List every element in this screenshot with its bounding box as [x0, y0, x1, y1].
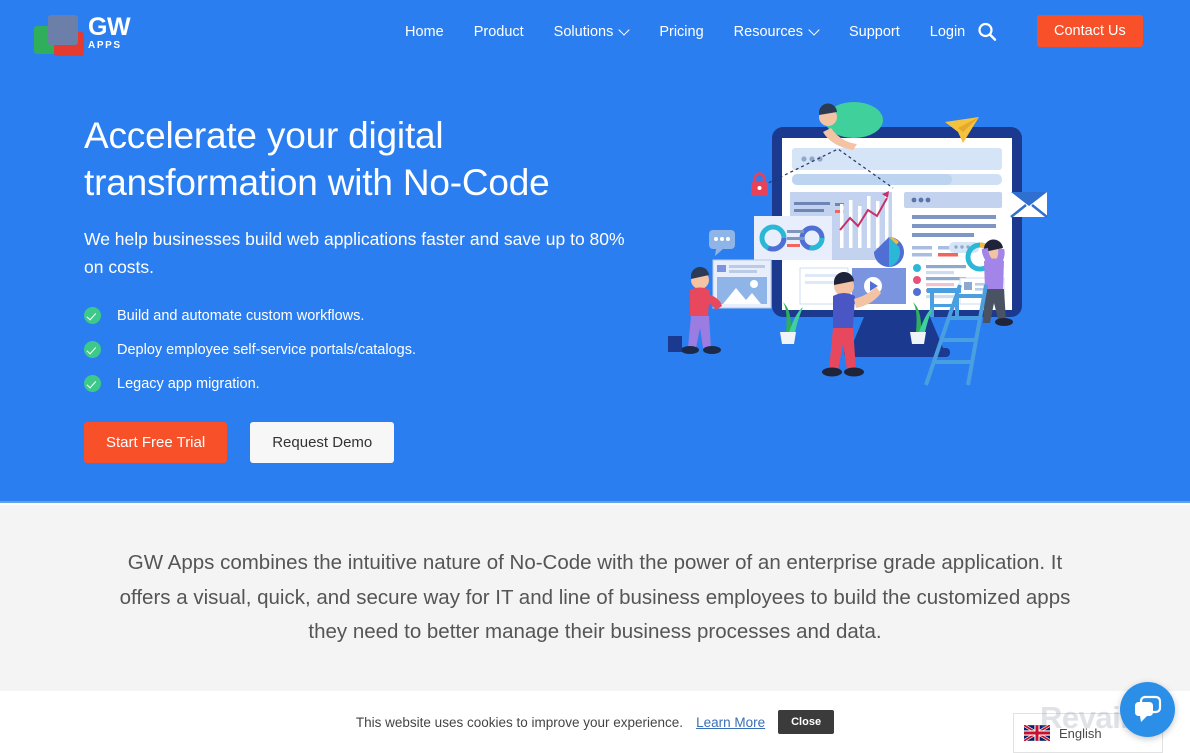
hero-illustration	[668, 100, 1068, 400]
chevron-down-icon	[620, 26, 629, 35]
main-navigation: GW APPS Home Product Solutions Pricing R…	[0, 0, 1190, 64]
site-logo[interactable]: GW APPS	[28, 12, 148, 56]
list-item-label: Deploy employee self-service portals/cat…	[117, 341, 416, 358]
nav-item-label: Pricing	[659, 24, 704, 40]
nav-item-pricing[interactable]: Pricing	[644, 24, 718, 40]
cookie-message: This website uses cookies to improve you…	[355, 714, 684, 730]
learn-more-link[interactable]: Learn More	[696, 715, 765, 730]
list-item: Build and automate custom workflows.	[84, 307, 644, 325]
hero-cta-group: Start Free Trial Request Demo	[84, 422, 644, 464]
hero-feature-list: Build and automate custom workflows. Dep…	[84, 307, 644, 393]
start-free-trial-button[interactable]: Start Free Trial	[84, 422, 228, 464]
nav-item-label: Login	[929, 24, 966, 40]
nav-item-home[interactable]: Home	[390, 24, 459, 40]
nav-item-label: Solutions	[553, 24, 614, 40]
nav-item-login[interactable]: Login	[915, 24, 980, 40]
nav-item-solutions[interactable]: Solutions	[539, 24, 645, 40]
nav-item-product[interactable]: Product	[459, 24, 539, 40]
chat-widget-button[interactable]	[1120, 682, 1175, 737]
page-title: Accelerate your digital transformation w…	[84, 112, 644, 207]
cookie-notice-bar: This website uses cookies to improve you…	[0, 691, 1190, 753]
info-section: GW Apps combines the intuitive nature of…	[0, 505, 1190, 691]
logo-apps-text: APPS	[88, 40, 122, 51]
list-item-label: Build and automate custom workflows.	[117, 307, 365, 324]
language-label: English	[1059, 725, 1102, 741]
list-item: Deploy employee self-service portals/cat…	[84, 341, 644, 359]
info-paragraph: GW Apps combines the intuitive nature of…	[119, 551, 1071, 644]
nav-item-label: Support	[848, 24, 900, 40]
chat-bubble-icon	[1135, 695, 1162, 722]
search-icon[interactable]	[976, 21, 998, 43]
list-item-label: Legacy app migration.	[117, 375, 260, 392]
uk-flag-icon	[1024, 725, 1050, 741]
nav-links: Home Product Solutions Pricing Resources	[390, 0, 980, 64]
nav-item-label: Resources	[733, 24, 803, 40]
check-circle-icon	[84, 375, 101, 393]
logo-square-blue	[48, 15, 78, 45]
check-circle-icon	[84, 307, 101, 325]
nav-item-label: Product	[473, 24, 524, 40]
page-root: GW APPS Home Product Solutions Pricing R…	[0, 0, 1190, 753]
check-circle-icon	[84, 341, 101, 359]
hero-title-line1: Accelerate your digital	[84, 115, 444, 156]
nav-item-resources[interactable]: Resources	[719, 24, 834, 40]
nav-item-support[interactable]: Support	[834, 24, 915, 40]
logo-gw-text: GW	[88, 13, 131, 41]
hero-content: Accelerate your digital transformation w…	[84, 112, 644, 464]
hero-subtitle: We help businesses build web application…	[84, 228, 625, 278]
cookie-close-button[interactable]: Close	[778, 710, 835, 734]
request-demo-button[interactable]: Request Demo	[250, 422, 395, 464]
hero-section: GW APPS Home Product Solutions Pricing R…	[0, 0, 1190, 503]
chevron-down-icon	[810, 26, 819, 35]
list-item: Legacy app migration.	[84, 375, 644, 393]
contact-us-button[interactable]: Contact Us	[1037, 15, 1143, 47]
logo-wordmark: GW APPS	[88, 13, 131, 51]
nav-item-label: Home	[405, 24, 444, 40]
hero-title-line2: transformation with No-Code	[84, 162, 550, 204]
